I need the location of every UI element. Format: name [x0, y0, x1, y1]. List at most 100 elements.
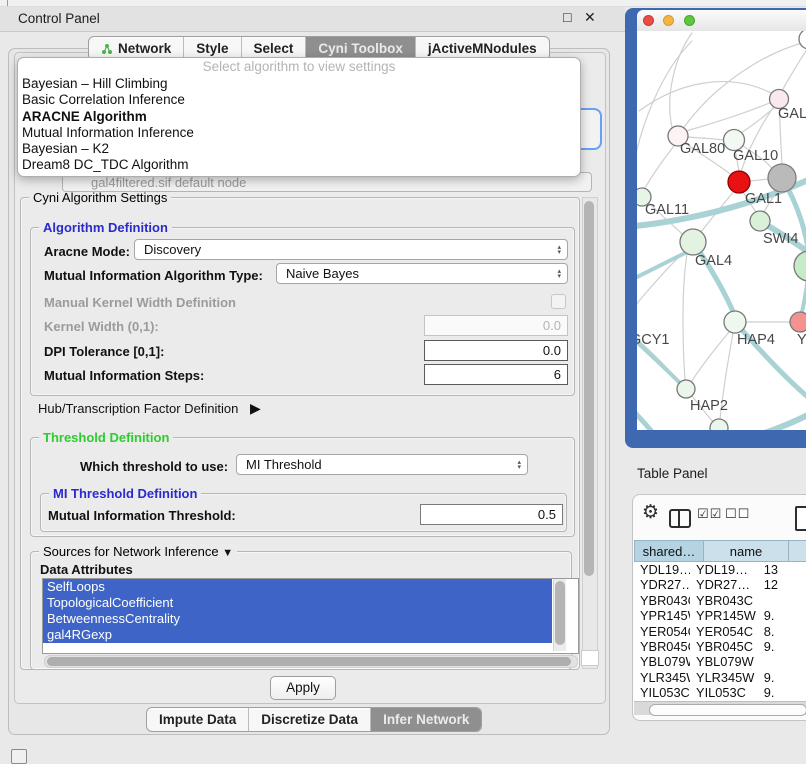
algorithm-option[interactable]: Bayesian – K2	[18, 141, 580, 157]
network-edge[interactable]	[782, 49, 806, 91]
network-node[interactable]	[750, 211, 770, 231]
settings-vscrollbar[interactable]	[582, 197, 598, 669]
network-window-titlebar[interactable]	[637, 10, 806, 32]
attribute-item[interactable]: BetweennessCentrality	[43, 611, 552, 627]
apply-button[interactable]: Apply	[270, 676, 336, 700]
algorithm-option[interactable]: Bayesian – Hill Climbing	[18, 76, 580, 92]
network-edge[interactable]	[637, 250, 691, 283]
select-all-checks-icon[interactable]: ☑☑	[697, 506, 722, 522]
spinner-arrows-icon: ▴▾	[557, 240, 561, 259]
mi-steps-field[interactable]: 6	[424, 364, 568, 385]
attribute-item[interactable]: SelfLoops	[43, 579, 552, 595]
mi-type-combo[interactable]: Naive Bayes ▴▾	[276, 263, 568, 284]
network-window[interactable]: GALGAL80GAL10GAL1GAL11SWI4GAL4GCY1HAP4YH…	[625, 8, 806, 448]
kernel-width-field[interactable]: 0.0	[424, 315, 568, 336]
table-hscrollbar[interactable]	[634, 701, 806, 715]
which-threshold-label: Which threshold to use:	[80, 459, 228, 474]
network-node[interactable]	[728, 171, 750, 193]
algorithm-dropdown[interactable]: Select algorithm to view settings Bayesi…	[17, 57, 581, 177]
mi-threshold-field[interactable]: 0.5	[420, 504, 563, 525]
table-row[interactable]: YER054CYER054C8.	[634, 624, 806, 639]
network-edge[interactable]	[750, 179, 768, 181]
data-attributes-list[interactable]: SelfLoopsTopologicalCoefficientBetweenne…	[42, 578, 579, 654]
data-attributes-label: Data Attributes	[40, 562, 133, 577]
zoom-traffic-icon[interactable]	[684, 15, 695, 26]
algorithm-option[interactable]: Mutual Information Inference	[18, 125, 580, 141]
sources-title: Sources for Network Inference ▼	[39, 544, 237, 559]
table-rows: YDL19…YDL19…13YDR27…YDR27…12YBR043CYBR04…	[634, 562, 806, 701]
network-edge[interactable]	[637, 251, 685, 316]
table-row[interactable]: YLR345WYLR345W9.	[634, 670, 806, 685]
column-header[interactable]: A	[789, 540, 806, 562]
network-node[interactable]	[790, 312, 806, 332]
network-node[interactable]	[680, 229, 706, 255]
attributes-vscrollbar[interactable]	[553, 579, 566, 651]
table-cell	[758, 593, 806, 608]
gear-icon[interactable]: ⚙	[642, 501, 659, 524]
table-cell: 13	[758, 562, 806, 577]
close-panel-icon[interactable]: ✕	[584, 9, 596, 26]
network-node[interactable]	[794, 251, 806, 281]
tab-impute-data[interactable]: Impute Data	[147, 708, 249, 731]
attribute-item[interactable]: gal4RGexp	[43, 627, 552, 643]
attribute-item[interactable]: TopologicalCoefficient	[43, 595, 552, 611]
column-header[interactable]: shared…	[634, 540, 704, 562]
column-layout-icon[interactable]	[669, 509, 691, 528]
table-row[interactable]: YBR043CYBR043C	[634, 593, 806, 608]
algorithm-option[interactable]: Dream8 DC_TDC Algorithm	[18, 157, 580, 173]
network-node[interactable]	[677, 380, 695, 398]
which-threshold-combo[interactable]: MI Threshold ▴▾	[236, 454, 528, 475]
node-label: GAL1	[745, 191, 782, 207]
float-panel-icon[interactable]: □	[563, 9, 571, 25]
tab-label: Network	[118, 41, 171, 56]
attributes-hscrollbar-thumb[interactable]	[47, 657, 571, 666]
table-hscrollbar-thumb[interactable]	[649, 704, 806, 716]
network-edge[interactable]	[637, 399, 653, 430]
table-cell: YBL079W	[634, 654, 690, 669]
aracne-mode-combo[interactable]: Discovery ▴▾	[134, 239, 568, 260]
network-edge[interactable]	[741, 105, 777, 133]
table-row[interactable]: YDR27…YDR27…12	[634, 577, 806, 592]
close-traffic-icon[interactable]	[643, 15, 654, 26]
network-edge[interactable]	[639, 82, 771, 111]
tab-infer-network[interactable]: Infer Network	[371, 708, 481, 731]
cyni-algorithm-settings-title: Cyni Algorithm Settings	[29, 190, 171, 205]
table-cell: YPR145W	[690, 608, 758, 623]
table-row[interactable]: YIL053CYIL053C9.	[634, 685, 806, 700]
tab-discretize-data[interactable]: Discretize Data	[249, 708, 371, 731]
settings-vscrollbar-thumb[interactable]	[584, 201, 594, 576]
manual-kernel-checkbox[interactable]	[551, 294, 566, 309]
minimize-traffic-icon[interactable]	[663, 15, 674, 26]
network-edge[interactable]	[645, 146, 674, 188]
network-edge[interactable]	[670, 33, 692, 127]
network-canvas-wrap[interactable]: GALGAL80GAL10GAL1GAL11SWI4GAL4GCY1HAP4YH…	[637, 31, 806, 430]
network-node[interactable]	[710, 419, 728, 430]
network-edge[interactable]	[688, 137, 724, 140]
network-node[interactable]	[724, 311, 746, 333]
table-row[interactable]: YPR145WYPR145W9.	[634, 608, 806, 623]
column-header[interactable]: name	[704, 540, 789, 562]
algorithm-option[interactable]: Basic Correlation Inference	[18, 92, 580, 108]
node-label: GAL	[778, 106, 806, 122]
manual-kernel-label: Manual Kernel Width Definition	[44, 295, 236, 310]
network-edge[interactable]	[683, 254, 687, 380]
tab-label: Infer Network	[383, 712, 469, 727]
table-cell: 9.	[758, 608, 806, 623]
table-row[interactable]: YBL079WYBL079W	[634, 654, 806, 669]
algorithm-option[interactable]: ARACNE Algorithm	[18, 109, 580, 125]
network-node[interactable]	[799, 31, 806, 49]
network-edge[interactable]	[692, 332, 729, 381]
expanded-arrow-icon[interactable]: ▼	[222, 547, 233, 559]
attributes-hscrollbar[interactable]	[44, 655, 578, 668]
table-cell: YDR27…	[634, 577, 690, 592]
network-node[interactable]	[768, 164, 796, 192]
table-row[interactable]: YBR045CYBR045C9.	[634, 639, 806, 654]
hub-definition-toggle[interactable]: Hub/Transcription Factor Definition ▶	[38, 400, 261, 417]
network-canvas[interactable]: GALGAL80GAL10GAL1GAL11SWI4GAL4GCY1HAP4YH…	[637, 31, 806, 430]
clear-checks-icon[interactable]: ☐☐	[725, 506, 750, 522]
attributes-vscrollbar-thumb[interactable]	[555, 581, 565, 645]
new-table-icon[interactable]	[795, 506, 806, 531]
table-panel: ⚙ ☑☑ ☐☐ shared…nameA YDL19…YDL19…13YDR27…	[632, 494, 806, 721]
table-row[interactable]: YDL19…YDL19…13	[634, 562, 806, 577]
dpi-tolerance-field[interactable]: 0.0	[424, 340, 568, 361]
